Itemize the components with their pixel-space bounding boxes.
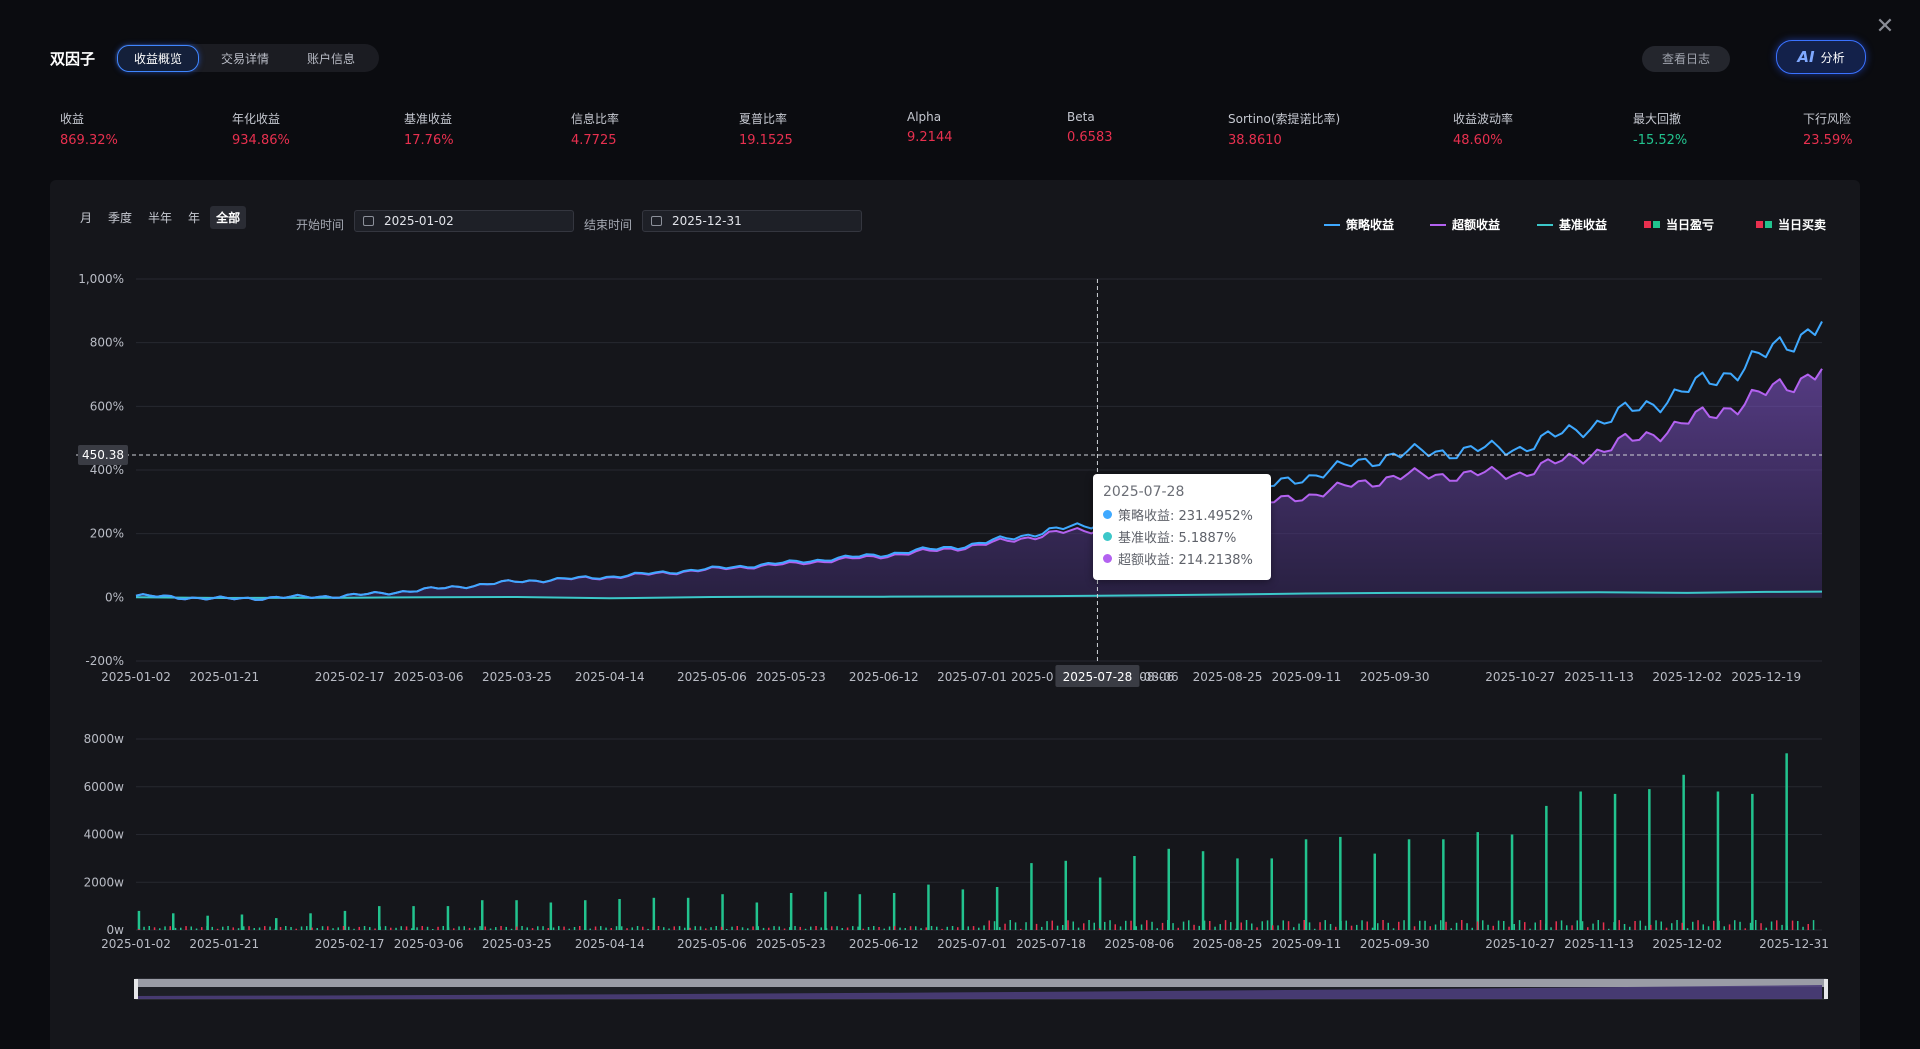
metric-value: 0.6583: [1067, 130, 1113, 145]
calendar-icon: [363, 216, 374, 226]
legend-line-icon: [1430, 223, 1446, 226]
metric-label: 年化收益: [232, 112, 281, 126]
metric-value: 934.86%: [232, 133, 290, 148]
tooltip-row: 策略收益: 231.4952%: [1103, 505, 1261, 524]
legend-daily-pnl[interactable]: 当日盈亏: [1644, 216, 1714, 233]
end-date-value: 2025-12-31: [672, 214, 742, 228]
legend-label: 策略收益: [1346, 218, 1395, 232]
legend-benchmark-return[interactable]: 基准收益: [1537, 216, 1607, 233]
legend-square-icon: [1644, 221, 1651, 228]
metric-label: Beta: [1067, 110, 1095, 124]
tooltip-row: 基准收益: 5.1887%: [1103, 527, 1261, 546]
period-selector: 月 季度 半年 年 全部: [74, 206, 247, 229]
legend-label: 超额收益: [1452, 218, 1501, 232]
header: 双因子 收益概览 交易详情 账户信息 查看日志 AI 分析 ✕: [0, 0, 1920, 110]
tooltip-row-text: 超额收益: 214.2138%: [1118, 553, 1253, 568]
metric-information-ratio: 信息比率 4.7725: [571, 110, 619, 148]
metric-max-drawdown: 最大回撤 -15.52%: [1633, 110, 1687, 148]
metric-label: 下行风险: [1803, 112, 1852, 126]
metric-label: 基准收益: [404, 112, 453, 126]
legend-label: 当日买卖: [1778, 218, 1827, 232]
calendar-icon: [651, 216, 662, 226]
metrics-row: 收益 869.32% 年化收益 934.86% 基准收益 17.76% 信息比率…: [0, 110, 1920, 154]
series-dot-icon: [1103, 532, 1112, 541]
chart-panel: 月 季度 半年 年 全部 开始时间 2025-01-02 结束时间 2025-1…: [50, 180, 1860, 1049]
metric-label: 收益: [60, 112, 85, 126]
tab-overview[interactable]: 收益概览: [117, 44, 200, 72]
metric-value: 17.76%: [404, 133, 454, 148]
legend-square-icon: [1653, 221, 1660, 228]
metric-annual-return: 年化收益 934.86%: [232, 110, 290, 148]
tooltip-row: 超额收益: 214.2138%: [1103, 549, 1261, 568]
ai-icon: AI: [1797, 48, 1815, 66]
legend-square-icon: [1756, 221, 1763, 228]
end-date-label: 结束时间: [584, 218, 633, 232]
legend-excess-return[interactable]: 超额收益: [1430, 216, 1500, 233]
legend-square-icon: [1765, 221, 1772, 228]
metric-label: Sortino(索提诺比率): [1228, 112, 1341, 126]
metric-return: 收益 869.32%: [60, 110, 118, 148]
period-month[interactable]: 月: [74, 206, 98, 229]
metric-value: 9.2144: [907, 130, 953, 145]
metric-beta: Beta 0.6583: [1067, 110, 1113, 145]
start-date-input[interactable]: 2025-01-02: [354, 210, 574, 232]
metric-alpha: Alpha 9.2144: [907, 110, 953, 145]
metric-value: 23.59%: [1803, 133, 1853, 148]
legend-strategy-return[interactable]: 策略收益: [1324, 216, 1394, 233]
metric-label: Alpha: [907, 110, 942, 124]
period-all[interactable]: 全部: [210, 206, 247, 229]
tab-trade-details[interactable]: 交易详情: [205, 46, 285, 71]
period-year[interactable]: 年: [182, 206, 206, 229]
close-icon[interactable]: ✕: [1874, 16, 1896, 38]
end-date-input[interactable]: 2025-12-31: [642, 210, 862, 232]
metric-volatility: 收益波动率 48.60%: [1453, 110, 1513, 148]
tab-bar: 收益概览 交易详情 账户信息: [115, 44, 380, 72]
metric-downside-risk: 下行风险 23.59%: [1803, 110, 1853, 148]
ai-analysis-label: 分析: [1820, 50, 1845, 65]
series-dot-icon: [1103, 554, 1112, 563]
ai-analysis-button[interactable]: AI 分析: [1776, 40, 1866, 74]
period-quarter[interactable]: 季度: [102, 206, 138, 229]
metric-value: -15.52%: [1633, 133, 1688, 148]
metric-label: 最大回撤: [1633, 112, 1682, 126]
tooltip-row-text: 策略收益: 231.4952%: [1118, 509, 1253, 524]
tooltip-date: 2025-07-28: [1103, 484, 1185, 500]
metric-value: 4.7725: [571, 133, 617, 148]
metric-value: 19.1525: [739, 133, 793, 148]
legend-daily-trades[interactable]: 当日买卖: [1756, 216, 1826, 233]
tab-account-info[interactable]: 账户信息: [291, 46, 371, 71]
legend-line-icon: [1537, 223, 1553, 226]
metric-sortino: Sortino(索提诺比率) 38.8610: [1228, 110, 1340, 148]
metric-label: 收益波动率: [1453, 112, 1514, 126]
tooltip-row-text: 基准收益: 5.1887%: [1118, 531, 1237, 546]
strategy-name: 双因子: [50, 50, 96, 68]
legend-label: 当日盈亏: [1666, 218, 1715, 232]
chart-tooltip: 2025-07-28 策略收益: 231.4952% 基准收益: 5.1887%…: [1093, 474, 1271, 580]
metric-label: 夏普比率: [739, 112, 788, 126]
legend-line-icon: [1324, 223, 1340, 226]
legend-label: 基准收益: [1559, 218, 1608, 232]
metric-sharpe: 夏普比率 19.1525: [739, 110, 793, 148]
metric-value: 869.32%: [60, 133, 118, 148]
metric-value: 48.60%: [1453, 133, 1503, 148]
view-log-button[interactable]: 查看日志: [1642, 46, 1730, 72]
start-date-label: 开始时间: [296, 218, 345, 232]
metric-label: 信息比率: [571, 112, 620, 126]
start-date-value: 2025-01-02: [384, 214, 454, 228]
period-half-year[interactable]: 半年: [142, 206, 178, 229]
series-dot-icon: [1103, 510, 1112, 519]
metric-benchmark-return: 基准收益 17.76%: [404, 110, 454, 148]
metric-value: 38.8610: [1228, 133, 1282, 148]
